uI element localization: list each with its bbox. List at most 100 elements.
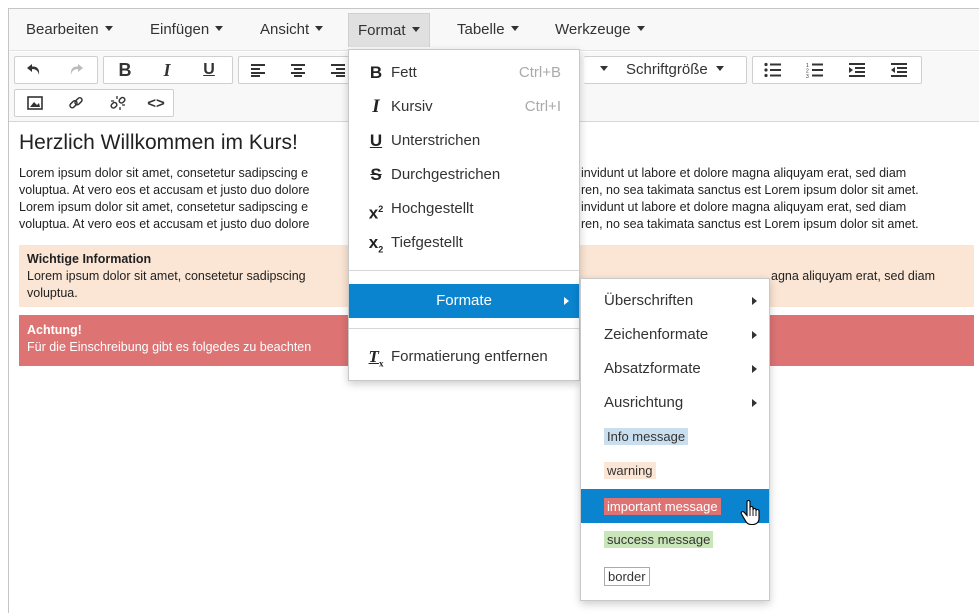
menu-format[interactable]: Format <box>348 13 430 47</box>
caret-down-icon <box>104 26 113 31</box>
chevron-right-icon <box>752 365 757 373</box>
paragraph-line: ren, no sea takimata sanctus est Lorem i… <box>581 217 919 231</box>
format-chip: Info message <box>604 427 689 445</box>
redo-icon[interactable] <box>61 57 91 83</box>
menu-ansicht[interactable]: Ansicht <box>251 13 332 47</box>
format-chip: border <box>604 566 650 586</box>
bold-icon: B <box>369 63 383 82</box>
numbered-list-icon[interactable]: 123 <box>800 57 830 83</box>
submenu-item-headings[interactable]: Überschriften <box>581 284 769 318</box>
menu-item-subscript[interactable]: x2 Tiefgestellt <box>349 226 579 260</box>
paragraph-line: voluptua. At vero eos et accusam et just… <box>19 183 310 197</box>
alignment-group <box>238 56 356 84</box>
submenu-item-label: Ausrichtung <box>604 394 684 411</box>
italic-icon[interactable]: I <box>152 57 182 83</box>
menu-item-label: Formatierung entfernen <box>391 348 548 365</box>
menu-item-underline[interactable]: U Unterstrichen <box>349 124 579 158</box>
code-icon[interactable]: <> <box>141 90 171 116</box>
submenu-item-border[interactable]: border <box>581 559 769 593</box>
paragraph-line: voluptua. At vero eos et accusam et just… <box>19 217 310 231</box>
paragraph-right: invidunt ut labore et dolore magna aliqu… <box>581 165 974 233</box>
menu-werkzeuge[interactable]: Werkzeuge <box>546 13 654 47</box>
align-left-icon[interactable] <box>243 57 273 83</box>
paragraph-line: invidunt ut labore et dolore magna aliqu… <box>581 200 907 214</box>
menu-item-label: Unterstrichen <box>391 132 481 149</box>
italic-icon: I <box>372 96 380 117</box>
font-size-dropdown[interactable]: Schriftgröße <box>618 57 724 83</box>
submenu-item-label: Überschriften <box>604 292 694 309</box>
menu-item-label: Tiefgestellt <box>391 234 463 251</box>
menu-label: Ansicht <box>260 21 310 38</box>
caret-down-icon <box>510 26 519 31</box>
chevron-right-icon <box>752 297 757 305</box>
menu-item-strikethrough[interactable]: S Durchgestrichen <box>349 158 579 192</box>
submenu-item-info-message[interactable]: Info message <box>581 419 769 453</box>
subscript-icon: x2 <box>368 233 384 255</box>
submenu-item-blocks[interactable]: Absatzformate <box>581 352 769 386</box>
paragraph-line: Lorem ipsum dolor sit amet, consetetur s… <box>19 200 309 214</box>
underline-icon[interactable]: U <box>194 57 224 83</box>
indent-icon[interactable] <box>842 57 872 83</box>
submenu-item-label: Absatzformate <box>604 360 701 377</box>
menu-item-label: Fett <box>391 64 417 81</box>
caret-down-icon <box>411 27 420 32</box>
insert-group: <> <box>14 89 174 117</box>
align-center-icon[interactable] <box>283 57 313 83</box>
link-icon[interactable] <box>61 90 91 116</box>
paragraph-left: Lorem ipsum dolor sit amet, consetetur s… <box>19 165 359 233</box>
menu-label: Einfügen <box>150 21 210 38</box>
font-size-label: Schriftgröße <box>626 61 708 78</box>
image-icon[interactable] <box>20 90 50 116</box>
formats-submenu: Überschriften Zeichenformate Absatzforma… <box>580 278 770 601</box>
submenu-item-inline[interactable]: Zeichenformate <box>581 318 769 352</box>
format-chip: important message <box>604 497 721 515</box>
menu-item-formate[interactable]: Formate <box>349 284 579 318</box>
outdent-icon[interactable] <box>884 57 914 83</box>
menu-item-bold[interactable]: B Fett Ctrl+B <box>349 56 579 90</box>
bold-icon[interactable]: B <box>110 57 140 83</box>
format-menu: B Fett Ctrl+B I Kursiv Ctrl+I U Unterstr… <box>348 49 580 381</box>
menu-item-label: Hochgestellt <box>391 200 474 217</box>
menu-label: Bearbeiten <box>26 21 99 38</box>
paragraph-line: ren, no sea takimata sanctus est Lorem i… <box>581 183 919 197</box>
submenu-item-warning[interactable]: warning <box>581 453 769 487</box>
menu-item-label: Durchgestrichen <box>391 166 501 183</box>
menubar: Bearbeiten Einfügen Ansicht Format Tabel… <box>9 9 979 51</box>
caret-down-icon <box>715 66 724 71</box>
font-family-dropdown[interactable] <box>592 57 608 83</box>
shortcut-label: Ctrl+I <box>524 98 561 115</box>
clear-formatting-icon: Tx <box>368 347 384 369</box>
menu-divider <box>349 328 579 329</box>
menu-einfuegen[interactable]: Einfügen <box>141 13 232 47</box>
menu-item-label: Formate <box>436 292 492 309</box>
unlink-icon[interactable] <box>103 90 133 116</box>
paragraph-line: invidunt ut labore et dolore magna aliqu… <box>581 166 907 180</box>
chevron-right-icon <box>752 331 757 339</box>
menu-label: Format <box>358 22 406 39</box>
submenu-item-alignment[interactable]: Ausrichtung <box>581 386 769 420</box>
bullet-list-icon[interactable] <box>758 57 788 83</box>
caret-down-icon <box>315 26 324 31</box>
format-chip: warning <box>604 461 656 479</box>
caret-down-icon <box>600 66 608 71</box>
menu-item-clear-formatting[interactable]: Tx Formatierung entfernen <box>349 340 579 374</box>
strikethrough-icon: S <box>370 165 382 184</box>
underline-icon: U <box>369 131 383 150</box>
undo-icon[interactable] <box>19 57 49 83</box>
history-group <box>14 56 98 84</box>
font-group: Schriftgröße <box>584 56 747 84</box>
menu-bearbeiten[interactable]: Bearbeiten <box>17 13 122 47</box>
menu-item-superscript[interactable]: x2 Hochgestellt <box>349 192 579 226</box>
caret-down-icon <box>215 26 224 31</box>
svg-text:3: 3 <box>806 74 809 78</box>
submenu-item-label: Zeichenformate <box>604 326 709 343</box>
menu-tabelle[interactable]: Tabelle <box>448 13 528 47</box>
menu-item-italic[interactable]: I Kursiv Ctrl+I <box>349 90 579 124</box>
hand-cursor-icon <box>740 499 762 531</box>
shortcut-label: Ctrl+B <box>518 64 561 81</box>
paragraph-line: Lorem ipsum dolor sit amet, consetetur s… <box>19 166 309 180</box>
menu-label: Tabelle <box>457 21 505 38</box>
menu-item-label: Kursiv <box>391 98 433 115</box>
chevron-right-icon <box>752 399 757 407</box>
menu-divider <box>349 270 579 271</box>
